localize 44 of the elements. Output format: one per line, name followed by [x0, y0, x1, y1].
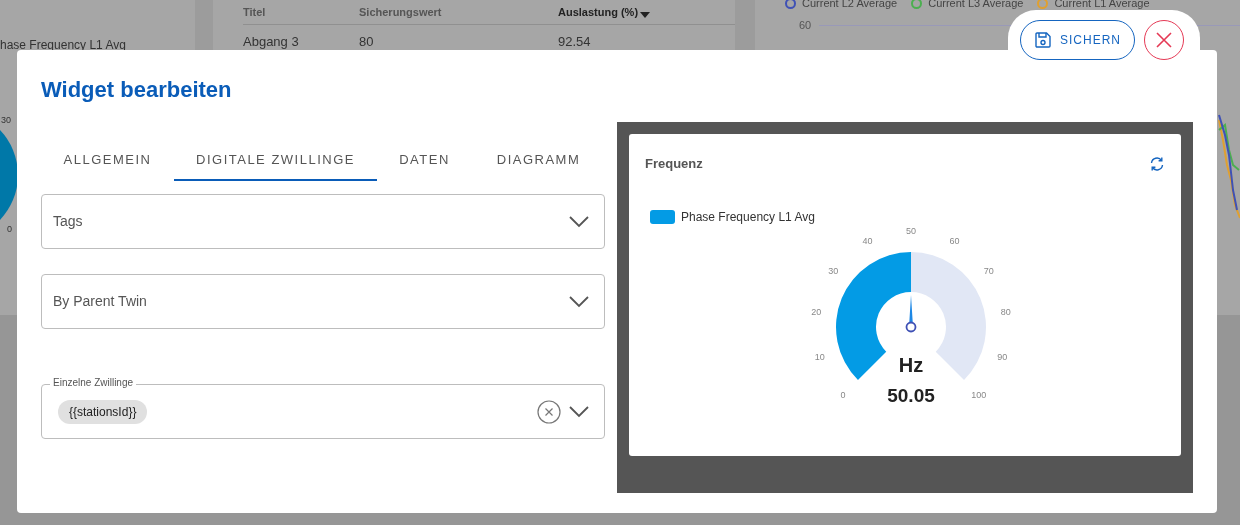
gauge-tick-label: 80 [1000, 307, 1011, 317]
gauge-tick-label: 20 [811, 307, 822, 317]
close-icon [1156, 32, 1172, 48]
legend-label: Current L1 Average [1054, 0, 1150, 9]
chevron-down-icon [569, 295, 589, 308]
sort-icon [640, 11, 651, 18]
axis-tick: 60 [799, 18, 813, 33]
tab[interactable]: DIGITALE ZWILLINGE [174, 140, 377, 181]
select-field[interactable]: By Parent Twin [41, 274, 605, 329]
clear-icon[interactable] [537, 399, 561, 424]
refresh-icon[interactable] [1149, 155, 1165, 172]
gauge-tick-label: 0 [840, 389, 846, 400]
gauge-reading: 50.05 [887, 385, 935, 406]
legend-label: Current L3 Average [928, 0, 1024, 9]
tab[interactable]: DATEN [377, 140, 472, 181]
select-value: Tags [53, 212, 83, 231]
table-cell-text: Abgang 3 [243, 33, 300, 52]
gauge-tick-label: 40 [862, 236, 873, 247]
chip[interactable]: {{stationsId}} [58, 399, 148, 424]
column-header[interactable]: Auslastung (%) [558, 3, 738, 21]
legend-swatch [650, 209, 675, 224]
gauge-tick-label: 30 [828, 265, 839, 276]
dialog-title: Widget bearbeiten [41, 76, 233, 104]
select-value: By Parent Twin [53, 292, 147, 311]
gauge-tick-label: 10 [814, 351, 825, 362]
widget-title: Frequenz [645, 155, 703, 173]
axis-tick: 30 [1, 114, 11, 127]
select-field[interactable]: Tags [41, 194, 605, 249]
legend-label: Current L2 Average [802, 0, 898, 9]
gauge-tick-label: 50 [906, 226, 916, 236]
table-cell-text: 80 [359, 33, 375, 52]
gauge-unit: Hz [898, 354, 924, 376]
axis-tick: 0 [7, 223, 12, 236]
gauge-tick-label: 100 [971, 389, 987, 400]
chevron-down-icon [569, 405, 589, 418]
chevron-down-icon [569, 215, 589, 228]
table-cell-text: 92.54 [558, 33, 592, 52]
tab[interactable]: ALLGEMEIN [41, 140, 174, 181]
gauge-tick-label: 90 [997, 351, 1008, 362]
gauge-tick-label: 60 [949, 236, 960, 247]
gauge-tick-label: 70 [983, 265, 994, 276]
legend-label: Phase Frequency L1 Avg [681, 208, 815, 226]
tab[interactable]: DIAGRAMM [472, 140, 605, 181]
field-label: Einzelne Zwillinge [50, 376, 137, 390]
